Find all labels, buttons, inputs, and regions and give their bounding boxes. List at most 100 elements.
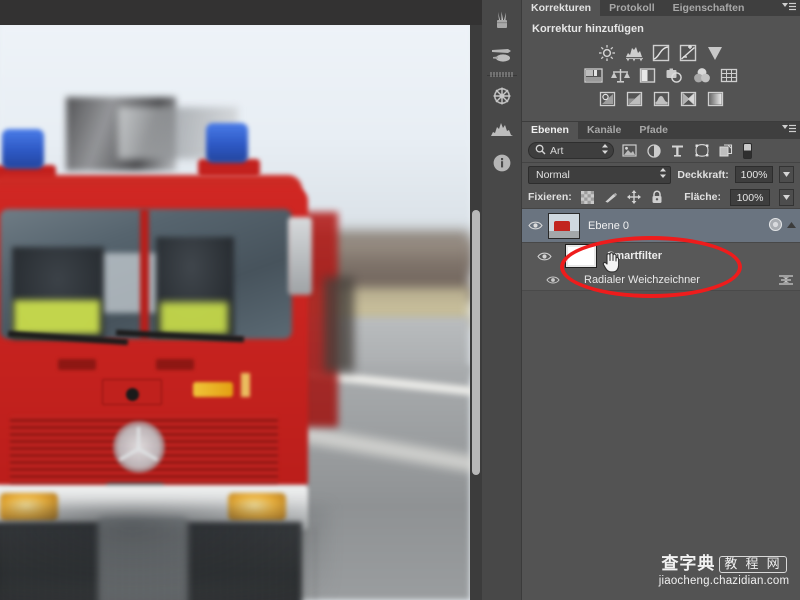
tab-protokoll[interactable]: Protokoll	[600, 0, 664, 16]
layer-list: Ebene 0 Smartfilter Radialer Weichzeichn…	[522, 209, 800, 291]
adjustments-row-2	[522, 64, 800, 87]
tab-eigenschaften[interactable]: Eigenschaften	[664, 0, 754, 16]
truck-mirror-right	[288, 217, 312, 295]
exposure-icon[interactable]	[679, 43, 698, 62]
lock-all-icon[interactable]	[650, 190, 664, 204]
truck-vent-right	[156, 359, 194, 370]
layer-name[interactable]: Ebene 0	[588, 220, 629, 232]
filter-options-icon[interactable]	[778, 273, 794, 290]
filter-row-radial-blur[interactable]: Radialer Weichzeichner	[522, 269, 800, 291]
threshold-icon[interactable]	[652, 89, 671, 108]
tab-ebenen[interactable]: Ebenen	[522, 122, 578, 139]
layer-filter-kind-label: Art	[550, 144, 564, 157]
truck-front-plate-dot	[126, 388, 139, 401]
truck-side-stripe	[241, 373, 250, 397]
color-lookup-icon[interactable]	[719, 66, 738, 85]
canvas-vertical-scrollbar-thumb[interactable]	[472, 210, 480, 475]
brush-icon	[490, 44, 514, 67]
posterize-icon[interactable]	[625, 89, 644, 108]
photo-filter-icon[interactable]	[665, 66, 684, 85]
smartfilter-label[interactable]: Smartfilter	[607, 250, 662, 262]
dock-button-brush-presets[interactable]	[482, 4, 522, 38]
type-filter-icon[interactable]	[670, 143, 685, 158]
layer-filter-row: Art	[522, 139, 800, 163]
gradient-map-icon[interactable]	[679, 89, 698, 108]
adjustments-panel: Korrektur hinzufügen	[522, 16, 800, 121]
smartfilter-group-row[interactable]: Smartfilter	[522, 243, 800, 269]
adjustments-row-1	[522, 41, 800, 64]
smartobject-filter-icon[interactable]	[718, 143, 733, 158]
watermark-site-name: 查字典	[661, 554, 716, 574]
opacity-dropdown-button[interactable]	[779, 166, 794, 183]
tab-kanaele[interactable]: Kanäle	[578, 122, 630, 139]
lock-label: Fixieren:	[528, 191, 572, 203]
table-row[interactable]: Ebene 0	[522, 209, 800, 243]
watermark: 查字典 教 程 网 jiaocheng.chazidian.com	[654, 556, 794, 592]
dock-button-histogram[interactable]	[482, 113, 522, 147]
dock-button-brush[interactable]	[482, 38, 522, 72]
opacity-input[interactable]: 100%	[734, 166, 774, 183]
smartfilter-mask-thumbnail[interactable]	[565, 244, 597, 268]
truck-ground-shadow	[0, 505, 330, 600]
photoshop-window: Korrekturen Protokoll Eigenschaften Korr…	[0, 0, 800, 600]
brightness-contrast-icon[interactable]	[598, 43, 617, 62]
navigator-icon	[491, 84, 513, 109]
layer-row-right-icons	[768, 209, 796, 243]
right-panel-column: Korrekturen Protokoll Eigenschaften Korr…	[522, 0, 800, 600]
vibrance-icon[interactable]	[706, 43, 725, 62]
brush-presets-icon	[491, 9, 513, 34]
eye-icon[interactable]	[522, 220, 548, 231]
pixel-filter-icon[interactable]	[622, 143, 637, 158]
black-white-icon[interactable]	[638, 66, 657, 85]
document-image[interactable]	[0, 25, 470, 600]
lock-transparency-icon[interactable]	[581, 190, 595, 204]
lock-position-icon[interactable]	[626, 190, 641, 204]
fire-truck-thumbnail[interactable]	[548, 212, 580, 239]
eye-icon[interactable]	[522, 251, 566, 262]
levels-icon[interactable]	[625, 43, 644, 62]
fill-dropdown-button[interactable]	[779, 188, 794, 206]
updown-arrows-icon[interactable]	[659, 167, 667, 182]
truck-beacon-right	[206, 123, 248, 163]
layers-panel-tab-bar[interactable]: Ebenen Kanäle Pfade	[522, 122, 800, 139]
layer-filter-kind-select[interactable]: Art	[528, 142, 614, 159]
shape-filter-icon[interactable]	[694, 143, 709, 158]
document-canvas-area[interactable]	[0, 0, 482, 600]
panel-menu-icon[interactable]	[782, 124, 796, 136]
navigator-scale-ticks-icon	[490, 70, 514, 82]
updown-arrows-icon[interactable]	[601, 143, 609, 158]
filter-toggle-switch[interactable]	[743, 142, 752, 159]
adjustment-filter-icon[interactable]	[646, 143, 661, 158]
lock-image-icon[interactable]	[604, 190, 618, 204]
truck-yellow-badge	[193, 382, 233, 397]
curves-icon[interactable]	[652, 43, 671, 62]
collapsed-panel-dock[interactable]	[482, 0, 522, 600]
dock-button-info[interactable]	[482, 147, 522, 181]
collapse-triangle-icon[interactable]	[787, 220, 796, 232]
truck-windshield-mullion	[140, 209, 149, 339]
canvas-top-strip	[0, 0, 482, 25]
blend-mode-value: Normal	[536, 168, 570, 181]
eye-icon[interactable]	[522, 275, 584, 285]
filter-name[interactable]: Radialer Weichzeichner	[584, 274, 700, 286]
selective-color-icon[interactable]	[706, 89, 725, 108]
watermark-section-name: 教 程 网	[719, 556, 787, 573]
channel-mixer-icon[interactable]	[692, 66, 711, 85]
tab-korrekturen[interactable]: Korrekturen	[522, 0, 601, 16]
tab-pfade[interactable]: Pfade	[630, 122, 677, 139]
blend-mode-row: Normal Deckkraft: 100%	[522, 163, 800, 186]
layer-type-filter-buttons	[622, 143, 733, 158]
hue-saturation-icon[interactable]	[584, 66, 603, 85]
chevron-down-icon	[783, 172, 791, 177]
color-balance-icon[interactable]	[611, 66, 630, 85]
canvas-vertical-scrollbar[interactable]	[470, 25, 482, 600]
watermark-url: jiaocheng.chazidian.com	[658, 575, 790, 587]
blend-mode-select[interactable]: Normal	[528, 165, 672, 184]
search-icon	[535, 144, 546, 158]
layers-panel: Ebenen Kanäle Pfade Art Normal Deckkraft…	[522, 121, 800, 600]
panel-menu-icon[interactable]	[782, 2, 796, 14]
adjustments-panel-tab-bar[interactable]: Korrekturen Protokoll Eigenschaften	[522, 0, 800, 16]
fill-input[interactable]: 100%	[730, 188, 770, 206]
invert-icon[interactable]	[598, 89, 617, 108]
dock-button-navigator[interactable]	[482, 72, 522, 113]
